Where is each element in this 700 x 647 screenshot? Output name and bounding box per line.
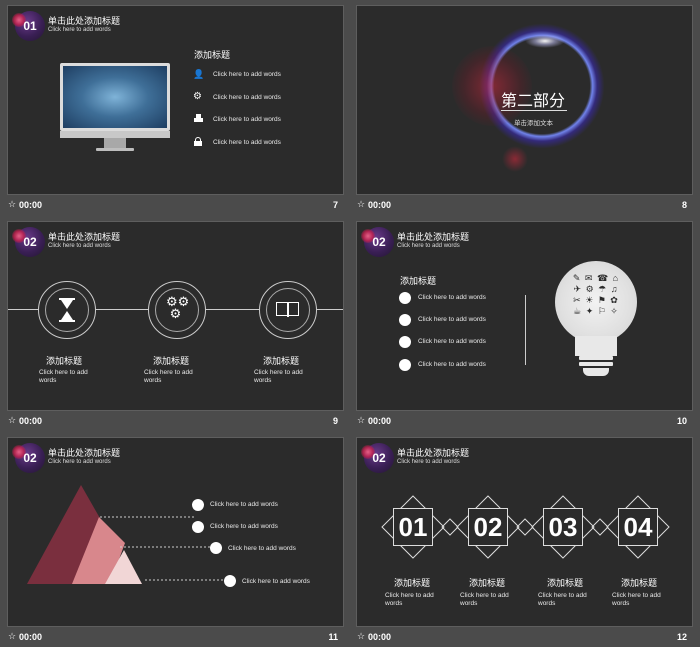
red-glow [452,46,532,126]
book-icon [276,302,300,318]
slide-canvas: 02 单击此处添加标题 Click here to add words 01 0… [356,437,693,627]
list-item: Click here to add words [242,578,310,585]
slide-subtitle: Click here to add words [397,243,460,249]
step-text: Click here to add words [460,592,509,607]
step-heading: 添加标题 [394,578,431,588]
star-icon: ☆ [8,631,17,641]
bullet-dot [224,575,236,587]
pyramid-graphic [27,485,226,584]
section-subtitle: 单击添加文本 [514,120,553,127]
slide-subtitle: Click here to add words [48,243,111,249]
slide-canvas: 02 单击此处添加标题 Click here to add words ⚙⚙ ⚙… [7,221,344,411]
icon-circle [259,281,317,339]
column-heading: 添加标题 [46,356,83,366]
slide-canvas: 01 单击此处添加标题 Click here to add words 添加标题… [7,5,344,195]
gears-icon: ⚙⚙ ⚙ [166,294,190,321]
lock-icon [194,137,202,146]
bullet-dot [399,359,411,371]
list-item: Click here to add words [213,94,281,101]
list-heading: 添加标题 [194,50,231,60]
step-number: 01 [393,508,433,546]
slide-subtitle: Click here to add words [48,27,111,33]
user-icon: 👤 [193,69,205,79]
column-text: Click here to add words [254,369,303,384]
step-number: 02 [468,508,508,546]
slide-number: 12 [676,632,687,642]
step-text: Click here to add words [385,592,434,607]
slide-time: 00:00 [19,200,43,210]
bullet-dot [399,314,411,326]
section-badge: 01 [12,11,45,41]
bullet-dot [210,542,222,554]
step-number: 04 [618,508,658,546]
step-heading: 添加标题 [547,578,584,588]
section-badge: 02 [12,227,45,257]
slide-number: 9 [332,416,338,426]
divider [525,295,526,365]
bullet-dot [192,499,204,511]
star-icon: ☆ [8,415,17,425]
slide-footer: ☆ 00:00 9 [7,414,344,430]
list-item: Click here to add words [418,316,486,323]
list-item: Click here to add words [418,294,486,301]
icon-circle: ⚙⚙ ⚙ [148,281,206,339]
section-heading: 第二部分 [501,93,566,110]
list-item: Click here to add words [213,116,281,123]
list-item: Click here to add words [210,523,278,530]
column-text: Click here to add words [144,369,193,384]
monitor-image [60,63,170,153]
slide-footer: ☆ 00:00 7 [7,198,344,214]
slide-footer: ☆ 00:00 10 [356,414,693,430]
list-item: Click here to add words [418,338,486,345]
slide-footer: ☆ 00:00 12 [356,630,693,646]
column-heading: 添加标题 [153,356,190,366]
lightbulb-icon: ✎ ✉ ☎ ⌂ ✈ ⚙ ☂ ♫ ✂ ☀ ⚑ ✿ ☕ ✦ ⚐ ✧ [555,261,637,381]
star-icon: ☆ [357,415,366,425]
slide-title: 单击此处添加标题 [48,232,121,242]
bullet-dot [399,336,411,348]
red-glow-small [502,146,528,172]
stamp-icon [194,114,203,122]
hourglass-icon [59,298,75,322]
bullet-dot [192,521,204,533]
section-badge: 02 [361,227,394,257]
slide-footer: ☆ 00:00 11 [7,630,344,646]
step-text: Click here to add words [538,592,587,607]
slide-canvas: 02 单击此处添加标题 Click here to add words Clic… [7,437,344,627]
icon-circle [38,281,96,339]
list-item: Click here to add words [418,361,486,368]
star-icon: ☆ [357,199,366,209]
slide-title: 单击此处添加标题 [48,16,121,26]
flare [525,34,565,48]
step-number: 03 [543,508,583,546]
slide-time: 00:00 [368,632,392,642]
step-heading: 添加标题 [621,578,658,588]
slide-canvas: 第二部分 单击添加文本 [356,5,693,195]
list-heading: 添加标题 [400,276,437,286]
slide-time: 00:00 [368,200,392,210]
slide-number: 11 [328,632,338,642]
list-item: Click here to add words [228,545,296,552]
bullet-dot [399,292,411,304]
slide-title: 单击此处添加标题 [397,232,470,242]
slide-footer: ☆ 00:00 8 [356,198,693,214]
slide-time: 00:00 [368,416,392,426]
slide-time: 00:00 [19,632,43,642]
slide-number: 7 [332,200,338,210]
gear-icon: ⚙ [193,91,202,102]
list-item: Click here to add words [213,71,281,78]
slide-number: 10 [676,416,687,426]
column-heading: 添加标题 [263,356,300,366]
star-icon: ☆ [357,631,366,641]
column-text: Click here to add words [39,369,88,384]
slide-canvas: 02 单击此处添加标题 Click here to add words 添加标题… [356,221,693,411]
star-icon: ☆ [8,199,17,209]
slide-time: 00:00 [19,416,43,426]
step-text: Click here to add words [612,592,661,607]
list-item: Click here to add words [210,501,278,508]
list-item: Click here to add words [213,139,281,146]
slide-number: 8 [681,200,687,210]
step-heading: 添加标题 [469,578,506,588]
heading-underline [501,110,567,111]
